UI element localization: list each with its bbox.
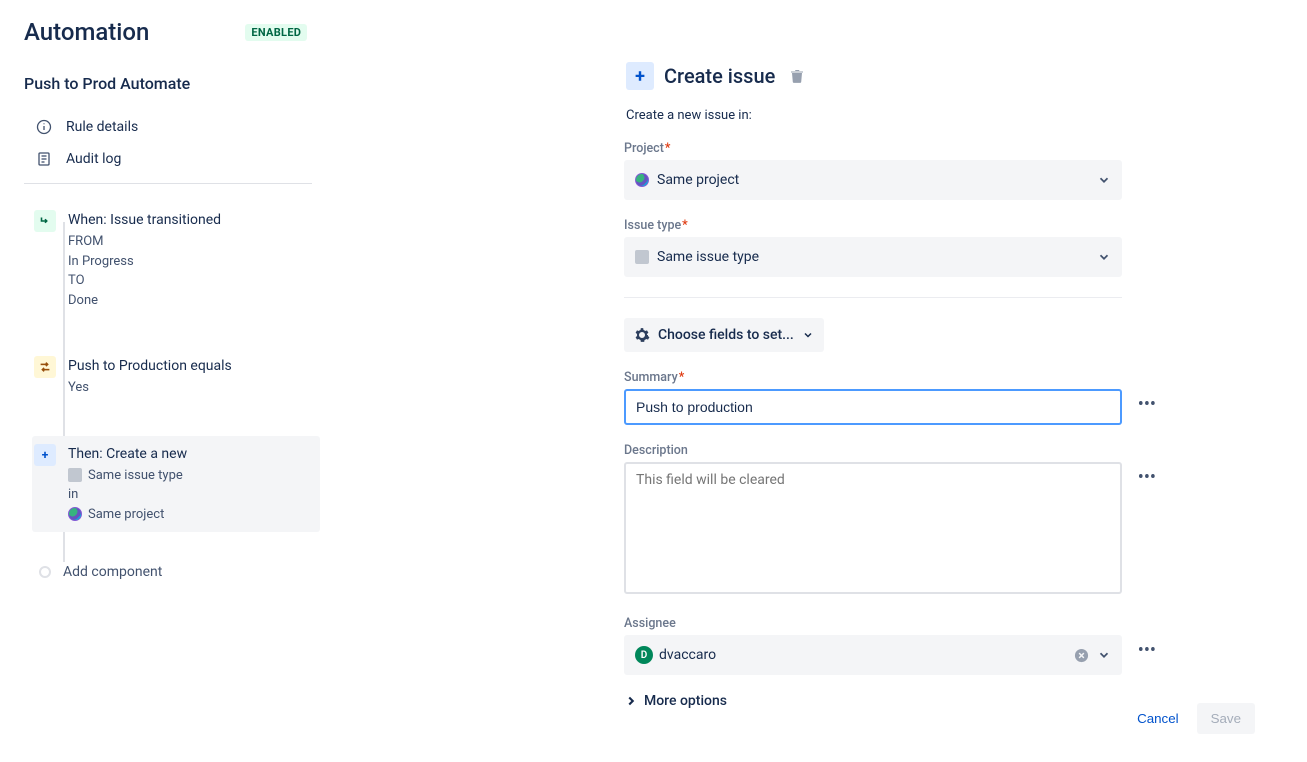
more-icon[interactable]: ••• [1138, 467, 1156, 488]
trigger-from-value: In Progress [68, 252, 221, 272]
nav-audit-log[interactable]: Audit log [24, 143, 584, 175]
chevron-down-icon [1097, 173, 1111, 187]
issue-type-select-icon [635, 250, 649, 264]
clear-icon[interactable] [1074, 648, 1089, 663]
info-icon [36, 119, 52, 135]
field-summary: Summary* ••• [624, 370, 1122, 425]
trigger-title: When: Issue transitioned [68, 212, 221, 228]
add-component-label: Add component [63, 564, 162, 580]
cancel-button[interactable]: Cancel [1131, 703, 1185, 734]
issue-type-select-value: Same issue type [657, 249, 759, 265]
description-input[interactable] [624, 462, 1122, 594]
more-options-label: More options [644, 693, 727, 709]
summary-input[interactable] [624, 389, 1122, 425]
chevron-down-icon [802, 329, 814, 341]
log-icon [36, 151, 52, 167]
issue-type-label: Issue type* [624, 218, 1235, 233]
project-select-value: Same project [657, 172, 739, 188]
more-icon[interactable]: ••• [1138, 640, 1156, 661]
choose-fields-label: Choose fields to set... [658, 327, 794, 343]
condition-value: Yes [68, 378, 232, 398]
project-select[interactable]: Same project [624, 160, 1122, 200]
field-project: Project* Same project [624, 141, 1235, 200]
field-issue-type: Issue type* Same issue type [624, 218, 1235, 277]
assignee-value: dvaccaro [659, 647, 716, 663]
form-divider [624, 297, 1122, 298]
rule-step-condition[interactable]: Push to Production equals Yes [32, 348, 584, 406]
status-badge: ENABLED [245, 24, 307, 41]
trigger-to-label: TO [68, 271, 221, 291]
nav-rule-details[interactable]: Rule details [24, 111, 584, 143]
trigger-icon [34, 210, 56, 232]
project-label: Project* [624, 141, 1235, 156]
issue-type-select[interactable]: Same issue type [624, 237, 1122, 277]
add-component-icon [39, 566, 51, 578]
issue-type-icon [68, 468, 82, 482]
gear-icon [634, 327, 650, 343]
trigger-from-label: FROM [68, 232, 221, 252]
rule-name: Push to Prod Automate [24, 74, 584, 93]
action-project: Same project [88, 505, 164, 525]
rule-step-trigger[interactable]: When: Issue transitioned FROM In Progres… [32, 202, 584, 318]
assignee-label: Assignee [624, 616, 1122, 631]
nav-audit-log-label: Audit log [66, 151, 121, 167]
footer: Cancel Save [1131, 703, 1255, 734]
panel-icon: + [626, 62, 654, 90]
condition-title: Push to Production equals [68, 358, 232, 374]
nav-rule-details-label: Rule details [66, 119, 138, 135]
trash-icon[interactable] [789, 68, 805, 84]
action-issue-type: Same issue type [88, 466, 183, 486]
description-label: Description [624, 443, 1122, 458]
more-icon[interactable]: ••• [1138, 394, 1156, 415]
assignee-select[interactable]: D dvaccaro [624, 635, 1122, 675]
action-icon: + [34, 444, 56, 466]
panel-helper: Create a new issue in: [626, 108, 1235, 123]
panel-title: Create issue [664, 64, 775, 88]
action-in-label: in [68, 485, 187, 505]
project-select-icon [635, 173, 649, 187]
choose-fields-button[interactable]: Choose fields to set... [624, 318, 824, 352]
avatar: D [635, 646, 653, 664]
chevron-down-icon [1097, 648, 1111, 662]
field-choose-fields: Choose fields to set... [624, 318, 1235, 352]
rule-step-action[interactable]: + Then: Create a new Same issue type in … [32, 436, 320, 533]
summary-label: Summary* [624, 370, 1122, 385]
chevron-down-icon [1097, 250, 1111, 264]
chevron-right-icon [624, 694, 638, 708]
save-button[interactable]: Save [1197, 703, 1255, 734]
project-icon [68, 507, 82, 521]
field-description: Description ••• [624, 443, 1122, 598]
divider [24, 183, 312, 184]
page-title: Automation [24, 18, 149, 46]
field-assignee: Assignee D dvaccaro ••• [624, 616, 1122, 675]
condition-icon [34, 356, 56, 378]
trigger-to-value: Done [68, 291, 221, 311]
add-component[interactable]: Add component [32, 554, 584, 592]
action-title: Then: Create a new [68, 446, 187, 462]
